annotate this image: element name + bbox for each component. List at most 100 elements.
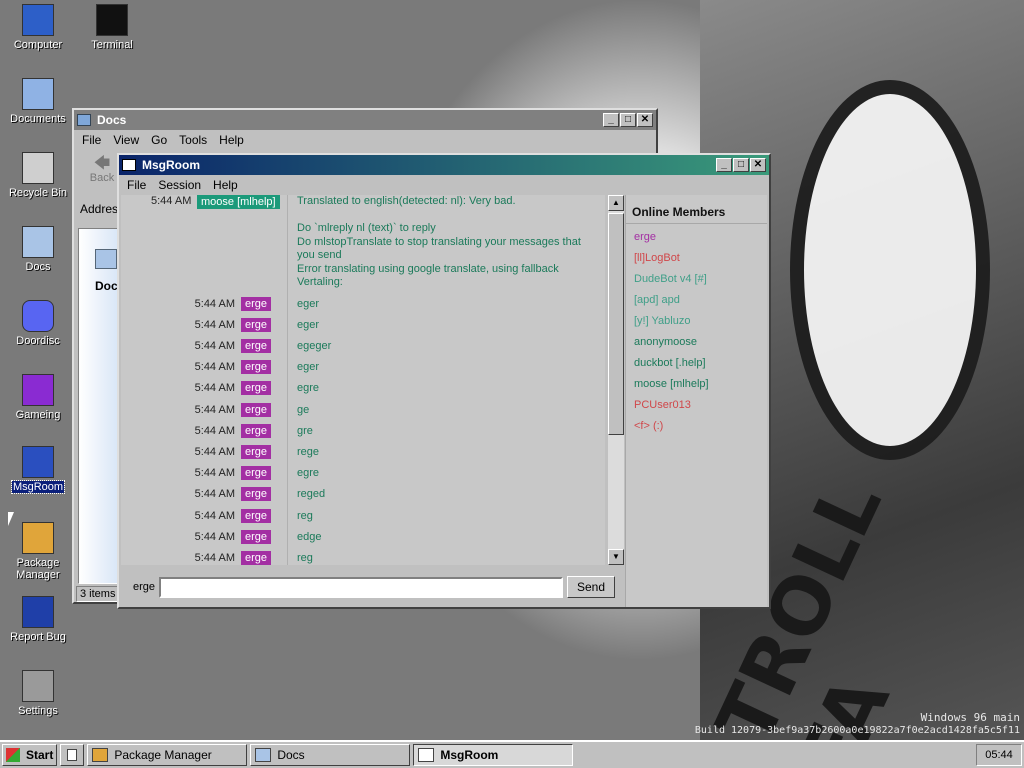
scroll-up-button[interactable]: ▲ — [608, 195, 624, 211]
minimize-button[interactable]: _ — [603, 113, 619, 127]
member-item[interactable]: erge — [626, 230, 767, 251]
package-icon — [92, 748, 109, 762]
member-item[interactable]: PCUser013 — [626, 398, 767, 419]
quick-launch-button[interactable] — [60, 744, 85, 766]
message-nick[interactable]: erge — [241, 402, 272, 417]
start-button[interactable]: Start — [2, 744, 58, 766]
message-time: 5:44 AM — [194, 424, 235, 437]
message-time: 5:44 AM — [151, 195, 192, 207]
message-time: 5:44 AM — [194, 467, 235, 480]
settings-icon — [22, 670, 54, 702]
desktop-icon-documents[interactable]: Documents — [2, 78, 74, 125]
message-nick[interactable]: erge — [241, 487, 272, 502]
close-button[interactable]: ✕ — [637, 113, 653, 127]
desktop-icon-settings[interactable]: Settings — [2, 670, 74, 717]
maximize-button[interactable]: □ — [620, 113, 636, 127]
msgroom-menubar: File Session Help — [119, 175, 769, 194]
member-item[interactable]: DudeBot v4 [#] — [626, 272, 767, 293]
message-time: 5:44 AM — [194, 403, 235, 416]
scroll-down-button[interactable]: ▼ — [608, 549, 624, 565]
taskbar-item-msgroom[interactable]: MsgRoom — [413, 744, 574, 766]
chat-message: 5:44 AM erge reged — [121, 484, 605, 505]
menu-tools[interactable]: Tools — [173, 133, 213, 147]
desktop-icon-package-manager[interactable]: Package Manager — [2, 522, 74, 581]
message-input[interactable] — [159, 576, 563, 598]
send-button[interactable]: Send — [567, 576, 615, 598]
menu-file[interactable]: File — [76, 133, 107, 147]
chat-message: 5:44 AM erge gre — [121, 420, 605, 441]
message-nick[interactable]: erge — [241, 296, 272, 311]
member-item[interactable]: [ll]LogBot — [626, 251, 767, 272]
message-nick[interactable]: erge — [241, 529, 272, 544]
menu-help[interactable]: Help — [207, 178, 244, 192]
back-button[interactable]: 🡄 Back — [82, 156, 122, 188]
menu-go[interactable]: Go — [145, 133, 173, 147]
menu-view[interactable]: View — [107, 133, 145, 147]
message-nick[interactable]: erge — [241, 360, 272, 375]
message-time: 5:44 AM — [194, 445, 235, 458]
desktop-icon-computer[interactable]: Computer — [2, 4, 74, 51]
message-nick[interactable]: erge — [241, 466, 272, 481]
docs-titlebar[interactable]: Docs _ □ ✕ — [74, 110, 656, 130]
desktop-icon-doordisc[interactable]: Doordisc — [2, 300, 74, 347]
scroll-thumb[interactable] — [608, 213, 624, 435]
desktop-icon-msgroom[interactable]: MsgRoom — [2, 446, 74, 494]
message-time: 5:44 AM — [194, 318, 235, 331]
chat-scrollbar[interactable]: ▲ ▼ — [608, 195, 624, 565]
desktop-icon-terminal[interactable]: Terminal — [76, 4, 148, 51]
desktop-icon-docs[interactable]: Docs — [2, 226, 74, 273]
msgroom-window[interactable]: MsgRoom _ □ ✕ File Session Help 5:44 AM … — [117, 153, 771, 609]
menu-help[interactable]: Help — [213, 133, 250, 147]
message-nick[interactable]: erge — [241, 381, 272, 396]
taskbar-items: Package Manager Docs MsgRoom — [87, 744, 576, 766]
message-nick[interactable]: moose [mlhelp] — [197, 195, 280, 209]
desktop-icon-recycle-bin[interactable]: Recycle Bin — [2, 152, 74, 199]
member-item[interactable]: moose [mlhelp] — [626, 377, 767, 398]
input-username: erge — [132, 581, 155, 593]
top-message: 5:44 AM moose [mlhelp] Translated to eng… — [121, 195, 605, 291]
wallpaper-troll-face — [790, 80, 990, 460]
close-button[interactable]: ✕ — [750, 158, 766, 172]
minimize-button[interactable]: _ — [716, 158, 732, 172]
chat-message: 5:44 AM erge egre — [121, 463, 605, 484]
message-nick[interactable]: erge — [241, 444, 272, 459]
taskbar-item-package-manager[interactable]: Package Manager — [87, 744, 248, 766]
computer-icon — [22, 4, 54, 36]
message-nick[interactable]: erge — [241, 508, 272, 523]
divider — [626, 223, 767, 224]
member-item[interactable]: duckbot [.help] — [626, 356, 767, 377]
chat-message: 5:44 AM erge eger — [121, 293, 605, 314]
address-label: Addres — [80, 202, 119, 216]
message-nick[interactable]: erge — [241, 338, 272, 353]
folder-icon — [77, 114, 91, 126]
message-nick[interactable]: erge — [241, 317, 272, 332]
member-item[interactable]: [apd] apd — [626, 293, 767, 314]
member-item[interactable]: anonymoose — [626, 335, 767, 356]
msgroom-titlebar[interactable]: MsgRoom _ □ ✕ — [119, 155, 769, 175]
online-members-panel: Online Members erge [ll]LogBot DudeBot v4 … — [625, 195, 767, 607]
message-text: egeger — [297, 339, 332, 352]
os-version-watermark: Windows 96 main — [920, 711, 1020, 724]
message-text: rege — [297, 445, 320, 458]
message-line: Error translating using google translate… — [297, 262, 559, 275]
message-line: you send — [297, 249, 342, 261]
documents-icon — [22, 78, 54, 110]
member-item[interactable]: <f> (:) — [626, 419, 767, 440]
chat-log[interactable]: 5:44 AM moose [mlhelp] Translated to eng… — [121, 195, 605, 565]
maximize-button[interactable]: □ — [733, 158, 749, 172]
taskbar-item-docs[interactable]: Docs — [250, 744, 411, 766]
desktop-icon-label: Report Bug — [10, 631, 66, 643]
message-text: eger — [297, 361, 320, 374]
message-nick[interactable]: erge — [241, 550, 272, 565]
chat-message: 5:44 AM erge egre — [121, 378, 605, 399]
desktop-icon-report-bug[interactable]: Report Bug — [2, 596, 74, 643]
member-item[interactable]: [y!] Yabluzo — [626, 314, 767, 335]
menu-session[interactable]: Session — [152, 178, 207, 192]
desktop-icon-label: Package Manager — [16, 557, 60, 581]
menu-file[interactable]: File — [121, 178, 152, 192]
message-nick[interactable]: erge — [241, 423, 272, 438]
start-logo-icon — [6, 748, 20, 762]
taskbar-item-label: MsgRoom — [440, 748, 499, 762]
chat-message: 5:44 AM erge edge — [121, 526, 605, 547]
desktop-icon-gameing[interactable]: Gameing — [2, 374, 74, 421]
